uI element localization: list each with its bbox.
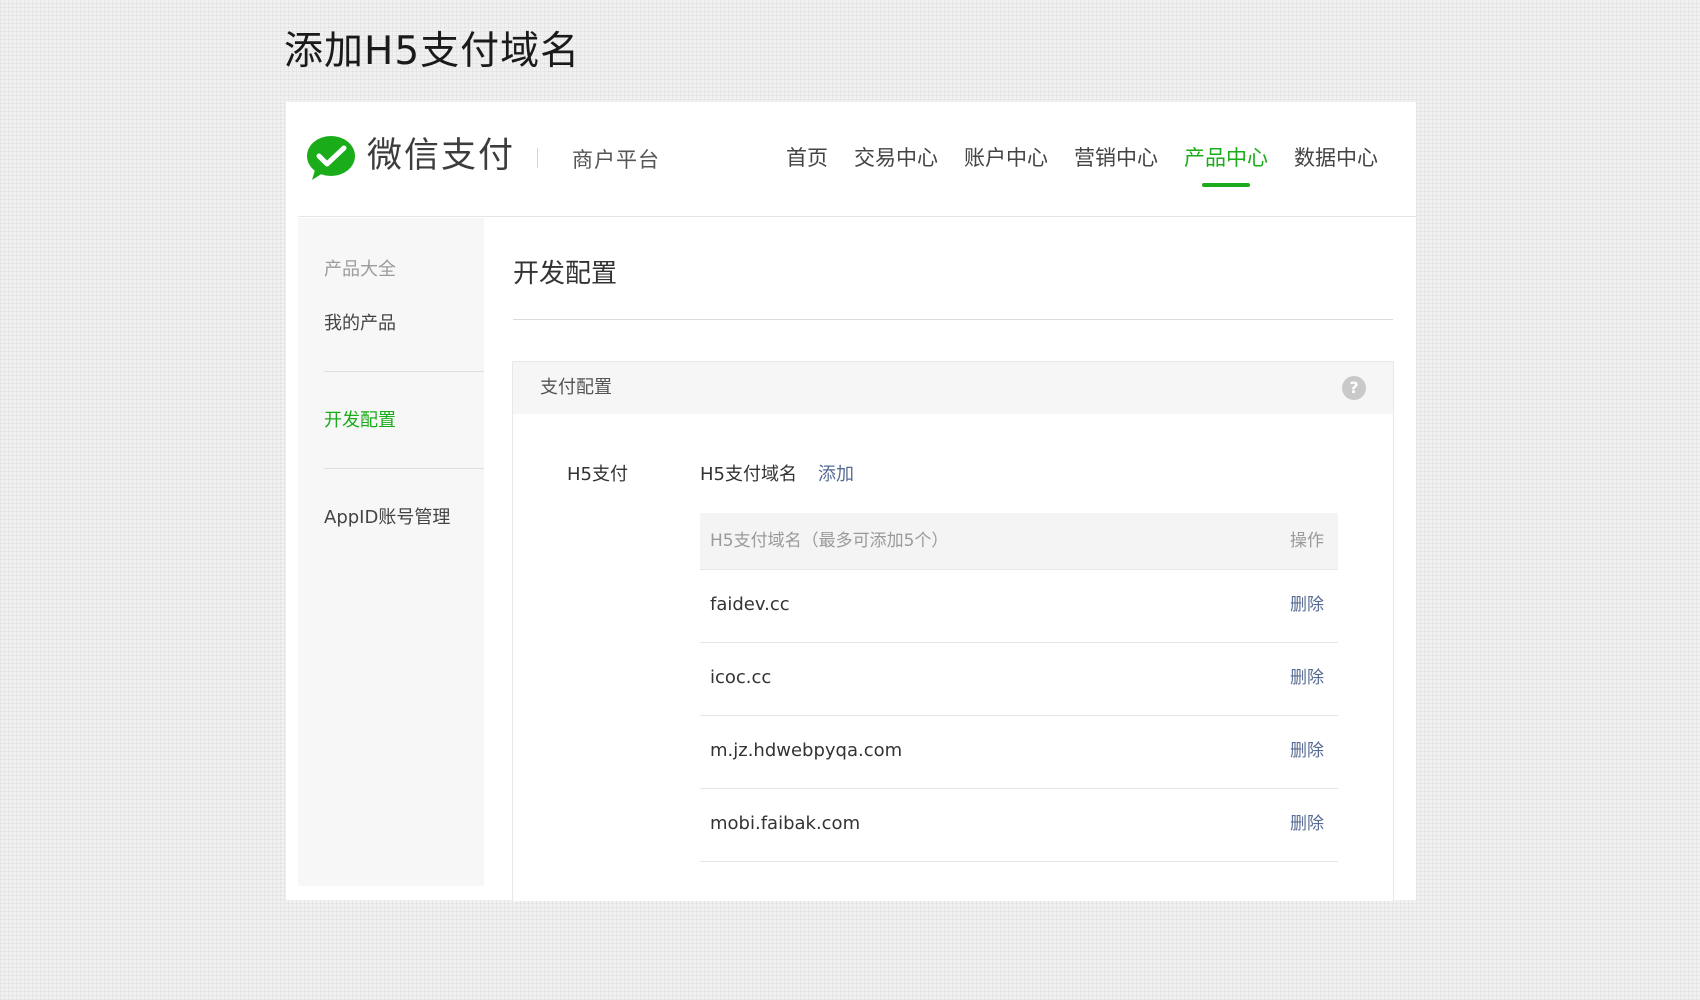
merchant-platform-window: 微信支付 商户平台 首页 交易中心 账户中心 营销中心 产品中心 数据中心 产品… bbox=[286, 102, 1416, 901]
delete-link[interactable]: 删除 bbox=[1290, 736, 1324, 766]
nav-item-marketing[interactable]: 营销中心 bbox=[1074, 140, 1158, 176]
domain-value: m.jz.hdwebpyqa.com bbox=[710, 740, 903, 761]
table-row: mobi.faibak.com 删除 bbox=[700, 789, 1338, 862]
delete-link[interactable]: 删除 bbox=[1290, 663, 1324, 693]
domain-value: faidev.cc bbox=[710, 594, 790, 615]
payment-config-panel: 支付配置 ? H5支付 H5支付域名 添加 H5支付域名（最多可添加5个） 操作… bbox=[512, 361, 1394, 901]
h5-pay-label: H5支付 bbox=[567, 464, 628, 485]
header-divider bbox=[298, 216, 1416, 217]
nav-item-transactions[interactable]: 交易中心 bbox=[854, 140, 938, 176]
table-header: H5支付域名（最多可添加5个） 操作 bbox=[700, 513, 1338, 570]
sidebar: 产品大全 我的产品 开发配置 AppID账号管理 bbox=[298, 218, 484, 886]
table-row: faidev.cc 删除 bbox=[700, 570, 1338, 643]
sidebar-divider bbox=[324, 468, 484, 469]
nav-item-account[interactable]: 账户中心 bbox=[964, 140, 1048, 176]
nav-item-products[interactable]: 产品中心 bbox=[1184, 140, 1268, 176]
nav-item-home[interactable]: 首页 bbox=[786, 140, 828, 176]
domain-value: icoc.cc bbox=[710, 667, 772, 688]
panel-title: 支付配置 bbox=[540, 377, 612, 398]
brand-name: 微信支付 bbox=[367, 136, 516, 176]
add-domain-link[interactable]: 添加 bbox=[818, 460, 854, 490]
sidebar-item-dev-config[interactable]: 开发配置 bbox=[324, 407, 396, 435]
top-header: 微信支付 商户平台 首页 交易中心 账户中心 营销中心 产品中心 数据中心 bbox=[286, 102, 1416, 216]
sidebar-item-my-products[interactable]: 我的产品 bbox=[324, 310, 396, 338]
nav-item-data[interactable]: 数据中心 bbox=[1294, 140, 1378, 176]
wechat-pay-logo-icon bbox=[307, 136, 355, 180]
panel-header: 支付配置 ? bbox=[513, 362, 1393, 414]
title-divider bbox=[513, 319, 1393, 320]
table-row: m.jz.hdwebpyqa.com 删除 bbox=[700, 716, 1338, 789]
platform-name: 商户平台 bbox=[572, 148, 660, 172]
sidebar-divider bbox=[324, 371, 484, 372]
sidebar-item-all-products[interactable]: 产品大全 bbox=[324, 256, 396, 284]
brand-divider bbox=[537, 148, 538, 168]
column-header-domain: H5支付域名（最多可添加5个） bbox=[710, 531, 949, 551]
sidebar-item-appid-management[interactable]: AppID账号管理 bbox=[324, 504, 450, 532]
domain-value: mobi.faibak.com bbox=[710, 813, 861, 834]
h5-domain-label: H5支付域名 bbox=[700, 464, 797, 485]
delete-link[interactable]: 删除 bbox=[1290, 809, 1324, 839]
table-row: icoc.cc 删除 bbox=[700, 643, 1338, 716]
main-title: 开发配置 bbox=[513, 259, 618, 289]
help-icon[interactable]: ? bbox=[1342, 376, 1366, 400]
page-heading: 添加H5支付域名 bbox=[284, 29, 581, 74]
delete-link[interactable]: 删除 bbox=[1290, 590, 1324, 620]
top-nav: 首页 交易中心 账户中心 营销中心 产品中心 数据中心 bbox=[760, 140, 1378, 176]
domain-table: H5支付域名（最多可添加5个） 操作 faidev.cc 删除 icoc.cc … bbox=[700, 513, 1338, 862]
column-header-action: 操作 bbox=[1290, 531, 1324, 551]
